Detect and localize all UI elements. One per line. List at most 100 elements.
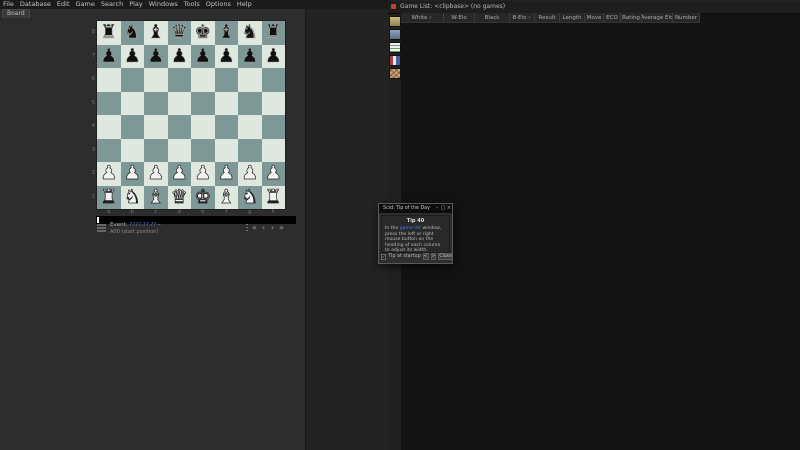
filter-icon[interactable] [389,29,401,40]
square-f2[interactable]: ♟ [215,162,239,186]
square-c8[interactable]: ♝ [144,21,168,45]
square-b3[interactable] [121,139,145,163]
nav-grip[interactable] [246,224,248,232]
square-b7[interactable]: ♟ [121,45,145,69]
square-e6[interactable] [191,68,215,92]
square-d2[interactable]: ♟ [168,162,192,186]
square-g6[interactable] [238,68,262,92]
square-a8[interactable]: ♜ [97,21,121,45]
square-g5[interactable] [238,92,262,116]
square-a4[interactable] [97,115,121,139]
square-e8[interactable]: ♚ [191,21,215,45]
column-header-eco[interactable]: ECO [604,13,621,23]
square-c6[interactable] [144,68,168,92]
menu-item-play[interactable]: Play [126,0,146,9]
menu-item-edit[interactable]: Edit [54,0,73,9]
board-icon[interactable] [389,68,401,79]
square-a3[interactable] [97,139,121,163]
square-d3[interactable] [168,139,192,163]
square-a2[interactable]: ♟ [97,162,121,186]
go-to-start-button[interactable]: « [250,223,259,233]
column-header-length[interactable]: Length [560,13,585,23]
previous-move-button[interactable]: ‹ [259,223,268,233]
square-d8[interactable]: ♛ [168,21,192,45]
menu-item-options[interactable]: Options [203,0,234,9]
column-header-w-elo[interactable]: W-Elo [444,13,475,23]
square-b1[interactable]: ♞ [121,186,145,210]
square-h7[interactable]: ♟ [262,45,286,69]
square-f8[interactable]: ♝ [215,21,239,45]
go-to-end-button[interactable]: » [277,223,286,233]
square-h2[interactable]: ♟ [262,162,286,186]
menu-item-file[interactable]: File [0,0,17,9]
square-h3[interactable] [262,139,286,163]
square-e4[interactable] [191,115,215,139]
square-a6[interactable] [97,68,121,92]
tip-at-startup-checkbox[interactable]: ✓ [381,254,386,260]
tip-dialog-titlebar[interactable]: Scid: Tip of the Day – □ × [379,204,452,213]
square-b6[interactable] [121,68,145,92]
menu-item-database[interactable]: Database [17,0,54,9]
square-h1[interactable]: ♜ [262,186,286,210]
square-f3[interactable] [215,139,239,163]
square-g1[interactable]: ♞ [238,186,262,210]
square-g8[interactable]: ♞ [238,21,262,45]
column-header-rating[interactable]: Rating [621,13,642,23]
close-icon[interactable]: × [446,204,452,213]
square-a1[interactable]: ♜ [97,186,121,210]
close-button[interactable]: Close [438,253,453,260]
square-h8[interactable]: ♜ [262,21,286,45]
square-g3[interactable] [238,139,262,163]
column-header-average-elo[interactable]: Average Elo [642,13,673,23]
square-h4[interactable] [262,115,286,139]
square-e1[interactable]: ♚ [191,186,215,210]
square-b4[interactable] [121,115,145,139]
tab-board[interactable]: Board [2,9,30,18]
square-e5[interactable] [191,92,215,116]
square-d5[interactable] [168,92,192,116]
square-c1[interactable]: ♝ [144,186,168,210]
square-d4[interactable] [168,115,192,139]
square-a7[interactable]: ♟ [97,45,121,69]
list-icon[interactable] [389,42,401,53]
game-list-link[interactable]: game list [400,226,421,231]
next-move-button[interactable]: › [268,223,277,233]
square-c5[interactable] [144,92,168,116]
square-c3[interactable] [144,139,168,163]
square-f1[interactable]: ♝ [215,186,239,210]
square-f4[interactable] [215,115,239,139]
square-b2[interactable]: ♟ [121,162,145,186]
square-c4[interactable] [144,115,168,139]
menu-item-tools[interactable]: Tools [181,0,203,9]
menu-item-windows[interactable]: Windows [146,0,181,9]
square-e3[interactable] [191,139,215,163]
square-b5[interactable] [121,92,145,116]
game-info-date-link[interactable]: ????.??.?? [129,222,156,228]
menu-item-help[interactable]: Help [234,0,255,9]
column-header-result[interactable]: Result [535,13,560,23]
square-f7[interactable]: ♟ [215,45,239,69]
square-e7[interactable]: ♟ [191,45,215,69]
square-c7[interactable]: ♟ [144,45,168,69]
square-g2[interactable]: ♟ [238,162,262,186]
game-info-menu-button[interactable] [97,224,106,233]
square-b8[interactable]: ♞ [121,21,145,45]
square-g4[interactable] [238,115,262,139]
square-h6[interactable] [262,68,286,92]
square-c2[interactable]: ♟ [144,162,168,186]
square-d6[interactable] [168,68,192,92]
square-h5[interactable] [262,92,286,116]
menu-item-search[interactable]: Search [98,0,126,9]
square-d1[interactable]: ♛ [168,186,192,210]
square-d7[interactable]: ♟ [168,45,192,69]
square-a5[interactable] [97,92,121,116]
square-g7[interactable]: ♟ [238,45,262,69]
next-tip-button[interactable]: > [431,253,437,260]
square-f5[interactable] [215,92,239,116]
database-icon[interactable] [389,16,401,27]
previous-tip-button[interactable]: < [423,253,429,260]
column-header-b-elo[interactable]: B-Elo✓ [510,13,535,23]
column-header-white[interactable]: White✓ [401,13,444,23]
column-header-move[interactable]: Move [585,13,604,23]
column-header-black[interactable]: Black [475,13,510,23]
